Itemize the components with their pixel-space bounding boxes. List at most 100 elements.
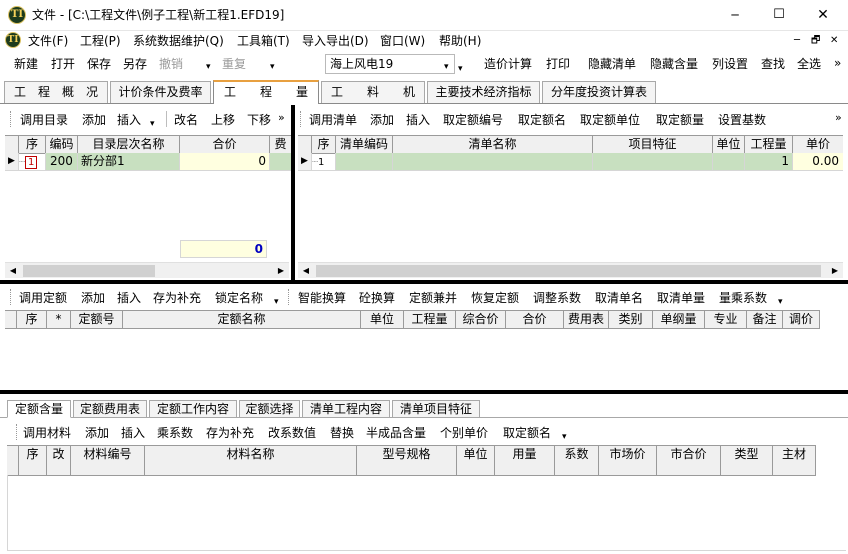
left-horizontal-scrollbar[interactable]: ◀ ▶	[5, 262, 289, 278]
scroll-left-icon[interactable]: ◀	[5, 263, 21, 279]
quota-col-total[interactable]: 合价	[506, 311, 564, 329]
menu-system-data[interactable]: 系统数据维护(Q)	[133, 32, 224, 50]
take-quota-amount-button[interactable]: 取定额量	[653, 111, 707, 129]
quota-col-adjust-price[interactable]: 调价	[783, 311, 820, 329]
material-col-name[interactable]: 材料名称	[145, 446, 357, 476]
save-as-supplement-button[interactable]: 存为补充	[150, 289, 204, 307]
material-col-market-total[interactable]: 市合价	[657, 446, 721, 476]
tab-list-item-features[interactable]: 清单项目特征	[392, 400, 480, 418]
material-col-coefficient[interactable]: 系数	[555, 446, 599, 476]
undo-button[interactable]: 撤销	[156, 55, 186, 73]
quota-col-remark[interactable]: 备注	[747, 311, 783, 329]
new-button[interactable]: 新建	[11, 55, 41, 73]
take-quota-code-button[interactable]: 取定额编号	[440, 111, 506, 129]
change-coefficient-button[interactable]: 改系数值	[265, 424, 319, 442]
save-button[interactable]: 保存	[84, 55, 114, 73]
tab-quota-work-content[interactable]: 定额工作内容	[149, 400, 237, 418]
quota-col-code[interactable]: 定额号	[71, 311, 123, 329]
tab-labor-materials[interactable]: 工 料 机	[321, 81, 425, 103]
menu-help[interactable]: 帮助(H)	[439, 32, 481, 50]
tab-quota-content[interactable]: 定额含量	[7, 400, 71, 418]
left-insert-button[interactable]: 插入	[114, 111, 144, 129]
left-col-seq[interactable]: 序	[19, 136, 46, 154]
row-name-cell[interactable]: 新分部1	[78, 153, 180, 170]
right-add-button[interactable]: 添加	[367, 111, 397, 129]
quota-col-star[interactable]: *	[47, 311, 71, 329]
column-settings-button[interactable]: 列设置	[709, 55, 751, 73]
menu-import-export[interactable]: 导入导出(D)	[302, 32, 369, 50]
quota-merge-button[interactable]: 定额兼并	[406, 289, 460, 307]
quantity-multiply-button[interactable]: 量乘系数	[716, 289, 770, 307]
adjust-coefficient-button[interactable]: 调整系数	[530, 289, 584, 307]
smart-convert-button[interactable]: 智能换算	[295, 289, 349, 307]
right-col-features[interactable]: 项目特征	[593, 136, 713, 154]
take-quota-name-button[interactable]: 取定额名	[515, 111, 569, 129]
quota-col-unit-steel[interactable]: 单纲量	[653, 311, 705, 329]
take-list-name-button[interactable]: 取清单名	[592, 289, 646, 307]
material-save-supplement-button[interactable]: 存为补充	[203, 424, 257, 442]
call-quota-button[interactable]: 调用定额	[16, 289, 70, 307]
scroll-thumb[interactable]	[316, 265, 821, 277]
multiply-coefficient-button[interactable]: 乘系数	[154, 424, 196, 442]
call-list-button[interactable]: 调用清单	[306, 111, 360, 129]
quota-col-quantity[interactable]: 工程量	[404, 311, 456, 329]
hide-content-button[interactable]: 隐藏含量	[647, 55, 701, 73]
left-col-code[interactable]: 编码	[46, 136, 78, 154]
take-quota-unit-button[interactable]: 取定额单位	[577, 111, 643, 129]
tab-tech-indicators[interactable]: 主要技术经济指标	[427, 81, 540, 103]
child-close-button[interactable]: ✕	[830, 32, 838, 50]
material-col-spec[interactable]: 型号规格	[357, 446, 457, 476]
set-base-button[interactable]: 设置基数	[715, 111, 769, 129]
take-list-amount-button[interactable]: 取清单量	[654, 289, 708, 307]
row-unit-cell[interactable]	[713, 153, 745, 170]
hide-list-button[interactable]: 隐藏清单	[585, 55, 639, 73]
child-minimize-button[interactable]: ─	[794, 32, 800, 50]
redo-button[interactable]: 重复	[219, 55, 249, 73]
lock-name-dropdown-icon[interactable]: ▾	[274, 293, 279, 311]
row-list-name-cell[interactable]	[393, 153, 593, 170]
tab-pricing-conditions[interactable]: 计价条件及费率	[110, 81, 211, 103]
tab-quota-fee-table[interactable]: 定额费用表	[73, 400, 147, 418]
right-col-unit[interactable]: 单位	[713, 136, 745, 154]
quota-insert-button[interactable]: 插入	[114, 289, 144, 307]
replace-button[interactable]: 替换	[327, 424, 357, 442]
right-toolbar-more-icon[interactable]: »	[835, 109, 842, 127]
material-col-changed[interactable]: 改	[47, 446, 71, 476]
maximize-button[interactable]: ☐	[756, 4, 802, 26]
right-col-list-code[interactable]: 清单编码	[336, 136, 393, 154]
individual-price-button[interactable]: 个别单价	[437, 424, 491, 442]
tab-list-work-content[interactable]: 清单工程内容	[302, 400, 390, 418]
scroll-right-icon[interactable]: ▶	[273, 263, 289, 279]
calc-button[interactable]: 造价计算	[481, 55, 535, 73]
material-insert-button[interactable]: 插入	[118, 424, 148, 442]
table-row[interactable]: ▶ ┈ 1 200 新分部1 0	[5, 153, 291, 171]
quota-add-button[interactable]: 添加	[78, 289, 108, 307]
call-material-button[interactable]: 调用材料	[20, 424, 74, 442]
project-select[interactable]: 海上风电19 ▾	[325, 54, 455, 74]
material-col-code[interactable]: 材料编号	[71, 446, 145, 476]
quota-col-composite-price[interactable]: 综合价	[456, 311, 506, 329]
material-toolbar-dropdown-icon[interactable]: ▾	[562, 428, 567, 446]
right-insert-button[interactable]: 插入	[403, 111, 433, 129]
right-horizontal-scrollbar[interactable]: ◀ ▶	[298, 262, 843, 278]
find-button[interactable]: 查找	[758, 55, 788, 73]
right-col-seq[interactable]: 序	[312, 136, 336, 154]
table-row[interactable]: ▶ ┈1 1 0.00	[298, 153, 843, 171]
quota-col-fee-table[interactable]: 费用表	[564, 311, 609, 329]
material-col-market-price[interactable]: 市场价	[599, 446, 657, 476]
redo-dropdown-icon[interactable]: ▾	[270, 58, 275, 76]
material-col-seq[interactable]: 序	[19, 446, 47, 476]
quota-col-name[interactable]: 定额名称	[123, 311, 361, 329]
lock-name-button[interactable]: 锁定名称	[212, 289, 266, 307]
semi-finished-content-button[interactable]: 半成品含量	[363, 424, 429, 442]
select-all-button[interactable]: 全选	[794, 55, 824, 73]
tab-quota-selection[interactable]: 定额选择	[239, 400, 300, 418]
scroll-right-icon[interactable]: ▶	[827, 263, 843, 279]
tab-project-overview[interactable]: 工 程 概 况	[4, 81, 108, 103]
material-col-unit[interactable]: 单位	[457, 446, 495, 476]
left-col-name[interactable]: 目录层次名称	[78, 136, 180, 154]
row-list-code-cell[interactable]	[336, 153, 393, 170]
left-rename-button[interactable]: 改名	[171, 111, 201, 129]
left-add-button[interactable]: 添加	[79, 111, 109, 129]
left-col-fee[interactable]: 费	[270, 136, 291, 154]
